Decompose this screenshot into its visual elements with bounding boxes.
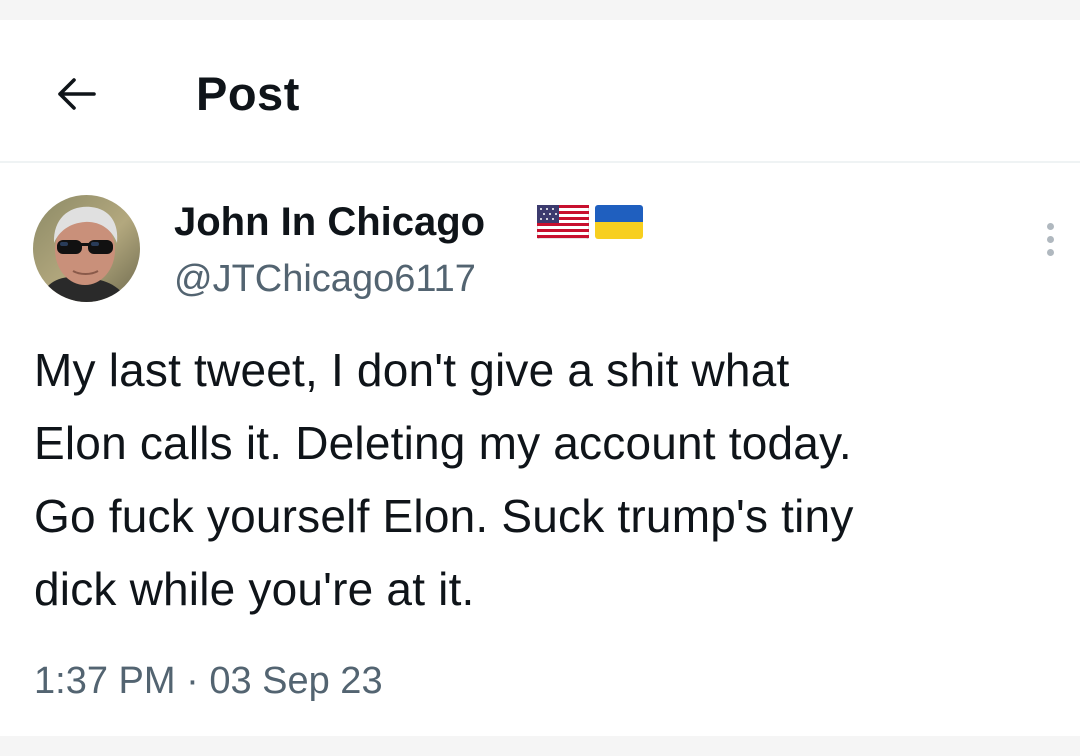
header-divider (0, 161, 1080, 163)
arrow-left-icon (58, 78, 96, 110)
author-display-name[interactable]: John In Chicago (174, 198, 485, 246)
post-time[interactable]: 1:37 PM (34, 660, 176, 702)
post-date[interactable]: 03 Sep 23 (209, 660, 382, 702)
avatar[interactable] (33, 195, 140, 302)
more-options-button[interactable] (1030, 214, 1070, 264)
more-vertical-icon (1046, 235, 1054, 243)
author-handle[interactable]: @JTChicago6117 (174, 255, 476, 303)
post-text-line: Elon calls it. Deleting my account today… (34, 417, 852, 469)
timestamp-separator: · (186, 660, 199, 702)
post-timestamp: 1:37 PM · 03 Sep 23 (34, 656, 383, 706)
post-text-line: My last tweet, I don't give a shit what (34, 344, 790, 396)
status-strip (0, 0, 1080, 20)
more-vertical-icon (1046, 248, 1054, 256)
author-badges (537, 205, 643, 239)
post-text: My last tweet, I don't give a shit what … (34, 334, 1064, 626)
post-header: Post (0, 20, 1080, 162)
us-flag-icon (537, 205, 589, 239)
post-text-line: Go fuck yourself Elon. Suck trump's tiny (34, 490, 854, 542)
more-vertical-icon (1046, 222, 1054, 230)
ukraine-flag-icon (595, 205, 643, 239)
back-button[interactable] (44, 66, 108, 122)
page-title: Post (196, 67, 300, 120)
bottom-strip (0, 736, 1080, 756)
post-text-line: dick while you're at it. (34, 563, 475, 615)
